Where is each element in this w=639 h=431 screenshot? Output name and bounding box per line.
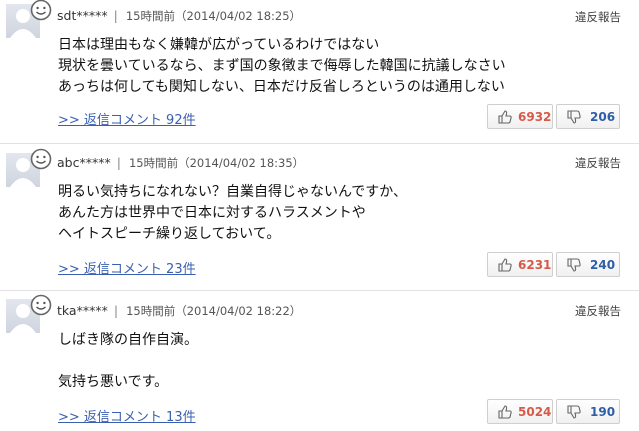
comment-line: しばき隊の自作自演。 <box>58 332 198 348</box>
header-separator: | <box>113 303 119 318</box>
comment-text: 日本は理由もなく嫌韓が広がっているわけではない 現状を曇いているなら、まず国の象… <box>58 35 506 98</box>
comment-item: sdt***** | 15時間前（2014/04/02 18:25） 違反報告 日本… <box>0 0 639 143</box>
report-link[interactable]: 違反報告 <box>575 9 621 25</box>
like-button[interactable]: 6932 <box>487 104 553 129</box>
comment-text: しばき隊の自作自演。 気持ち悪いです。 <box>58 330 198 393</box>
comment-text: 明るい気持ちになれない？自業自得じゃないんですか、 あんた方は世界中で日本に対す… <box>58 182 407 245</box>
dislike-count: 206 <box>590 110 616 124</box>
comment-line: 明るい気持ちになれない？自業自得じゃないんですか、 <box>58 184 408 200</box>
comment-item: tka***** | 15時間前（2014/04/02 18:22） 違反報告 しば… <box>0 291 639 431</box>
comment-line: 気持ち悪いです。 <box>58 374 169 390</box>
dislike-button[interactable]: 206 <box>556 104 620 129</box>
smiley-icon <box>30 294 52 316</box>
comment-line: あっちは何しても関知しない、日本だけ反省しろというのは通用しない <box>58 79 505 95</box>
thumbs-up-icon <box>498 258 512 272</box>
like-count: 6231 <box>518 258 552 272</box>
thumbs-up-icon <box>498 110 512 124</box>
like-button[interactable]: 5024 <box>487 399 553 424</box>
dislike-count: 190 <box>590 405 616 419</box>
comment-line <box>58 351 198 372</box>
comment-line: 日本は理由もなく嫌韓が広がっているわけではない <box>58 37 380 53</box>
reply-link[interactable]: >> 返信コメント 13件 <box>58 406 196 425</box>
timestamp: 15時間前（2014/04/02 18:35） <box>128 156 305 170</box>
header-separator: | <box>113 8 118 23</box>
thumbs-down-icon <box>567 258 581 272</box>
comment-header: abc***** | 15時間前（2014/04/02 18:35） <box>57 155 304 171</box>
smiley-icon <box>30 148 52 170</box>
comment-item: abc***** | 15時間前（2014/04/02 18:35） 違反報告 明る… <box>0 144 639 289</box>
username[interactable]: sdt***** <box>57 8 108 23</box>
username[interactable]: tka***** <box>57 303 108 318</box>
like-button[interactable]: 6231 <box>487 252 553 277</box>
like-count: 6932 <box>518 110 552 124</box>
dislike-button[interactable]: 190 <box>556 399 620 424</box>
dislike-count: 240 <box>590 258 616 272</box>
comment-header: sdt***** | 15時間前（2014/04/02 18:25） <box>57 8 301 24</box>
comment-line: 現状を曇いているなら、まず国の象徴まで侮辱した韓国に抗議しなさい <box>58 58 506 74</box>
thumbs-down-icon <box>567 110 581 124</box>
report-link[interactable]: 違反報告 <box>575 155 621 171</box>
comment-line: ヘイトスピーチ繰り返しておいて。 <box>58 226 281 242</box>
like-count: 5024 <box>518 405 552 419</box>
comment-header: tka***** | 15時間前（2014/04/02 18:22） <box>57 303 301 319</box>
thumbs-up-icon <box>498 405 512 419</box>
timestamp: 15時間前（2014/04/02 18:22） <box>126 304 302 318</box>
report-link[interactable]: 違反報告 <box>575 303 621 319</box>
thumbs-down-icon <box>567 405 581 419</box>
smiley-icon <box>30 0 52 21</box>
header-separator: | <box>116 155 121 170</box>
dislike-button[interactable]: 240 <box>556 252 620 277</box>
username[interactable]: abc***** <box>57 155 111 170</box>
reply-link[interactable]: >> 返信コメント 92件 <box>58 109 196 128</box>
timestamp: 15時間前（2014/04/02 18:25） <box>125 9 302 23</box>
comment-line: あんた方は世界中で日本に対するハラスメントや <box>58 205 366 221</box>
reply-link[interactable]: >> 返信コメント 23件 <box>58 258 196 277</box>
